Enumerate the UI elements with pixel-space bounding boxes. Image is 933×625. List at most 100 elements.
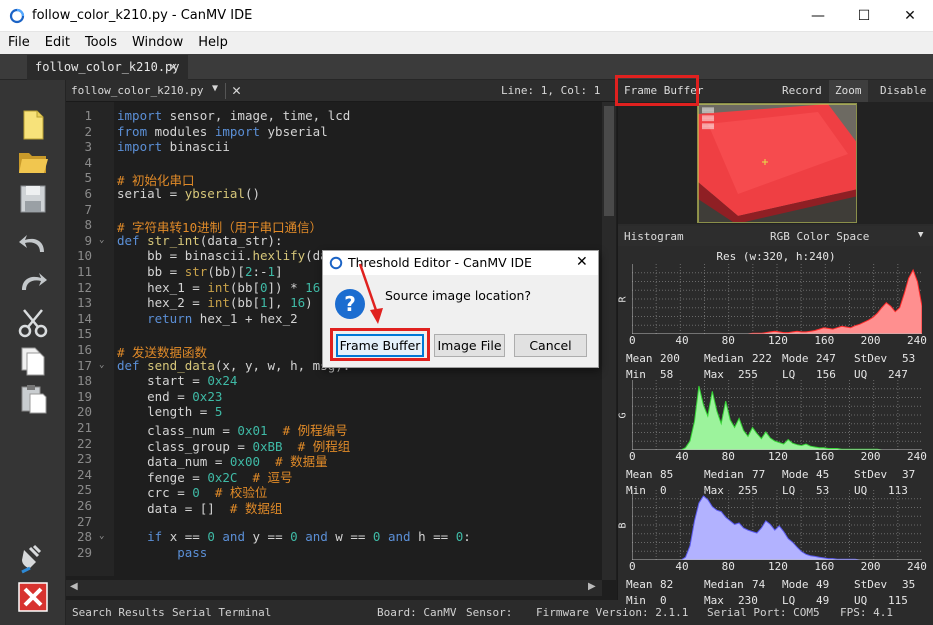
code-line[interactable]: bb = str(bb)[2:-1]: [117, 264, 283, 279]
code-line[interactable]: start = 0x24: [117, 373, 237, 388]
fps-label: FPS: 4.1: [840, 606, 893, 619]
menu-tools[interactable]: Tools: [77, 32, 124, 54]
stat-value: 45: [816, 468, 830, 481]
open-file-icon[interactable]: [16, 144, 50, 178]
search-results-tab[interactable]: Search Results: [72, 606, 165, 619]
stat-value: 49: [816, 578, 830, 591]
code-line[interactable]: serial = ybserial(): [117, 186, 260, 201]
serial-port-label: Serial Port: COM5: [707, 606, 820, 619]
fold-chevron-icon[interactable]: ⌄: [99, 531, 104, 541]
code-line[interactable]: hex_2 = int(bb[1], 16): [117, 295, 313, 310]
fold-chevron-icon[interactable]: ⌄: [99, 235, 104, 245]
code-line[interactable]: import sensor, image, time, lcd: [117, 108, 350, 123]
stat-value: 53: [902, 352, 916, 365]
frame-buffer-button[interactable]: Frame Buffer: [336, 334, 424, 357]
annotation-arrow: [358, 263, 383, 324]
code-line[interactable]: def send_data(x, y, w, h, msg):: [117, 358, 350, 373]
line-number: 8: [84, 217, 92, 233]
code-line[interactable]: length = 5: [117, 404, 222, 419]
camera-frame-image: ▒▒▒▒ ▒▒▒▒ ▒▒▒▒: [697, 103, 857, 223]
axis-tick-label: 120: [768, 560, 788, 573]
stat-label: Median: [704, 352, 744, 365]
minimize-button[interactable]: —: [795, 0, 841, 32]
axis-tick-label: 160: [814, 450, 835, 463]
line-number: 7: [84, 201, 92, 217]
scroll-right-icon[interactable]: ▶: [588, 581, 596, 592]
line-number: 21: [76, 420, 92, 435]
close-button[interactable]: ✕: [887, 0, 933, 32]
frame-buffer-view[interactable]: ▒▒▒▒ ▒▒▒▒ ▒▒▒▒: [618, 102, 933, 224]
menu-help[interactable]: Help: [190, 32, 235, 54]
status-bar: Search Results Serial Terminal Board: Ca…: [66, 600, 933, 625]
left-toolbar: [0, 80, 66, 625]
connect-icon[interactable]: [16, 540, 50, 574]
line-number: 28: [76, 529, 92, 545]
axis-tick-label: 120: [768, 334, 788, 347]
file-tab-bar: follow_color_k210.py ✕: [0, 54, 933, 80]
copy-icon[interactable]: [16, 344, 50, 378]
stat-label: Max: [704, 594, 724, 607]
scrollbar-thumb[interactable]: [604, 106, 614, 216]
menu-window[interactable]: Window: [124, 32, 190, 54]
code-line[interactable]: import binascii: [117, 139, 230, 154]
disable-button[interactable]: Disable: [880, 84, 926, 97]
chevron-down-icon[interactable]: ▼: [212, 83, 218, 94]
close-editor-icon[interactable]: ✕: [232, 81, 241, 99]
code-line[interactable]: from modules import ybserial: [117, 124, 328, 139]
code-line[interactable]: def str_int(data_str):: [117, 233, 283, 248]
cut-icon[interactable]: [16, 306, 50, 340]
line-number: 18: [76, 373, 92, 389]
line-number: 14: [76, 310, 92, 326]
stat-label: Mode: [782, 352, 809, 365]
serial-terminal-tab[interactable]: Serial Terminal: [172, 606, 271, 619]
code-line[interactable]: if x == 0 and y == 0 and w == 0 and h ==…: [117, 529, 471, 544]
new-file-icon[interactable]: [16, 108, 50, 142]
histogram-axis: 0 40 80 120 160 200 240: [618, 450, 933, 464]
axis-tick-label: 80: [721, 560, 735, 573]
paste-icon[interactable]: [16, 382, 50, 416]
stat-label: LQ: [782, 594, 796, 607]
color-space-select[interactable]: RGB Color Space: [770, 230, 869, 243]
maximize-button[interactable]: ☐: [841, 0, 887, 32]
stat-value: 77: [752, 468, 766, 481]
stop-icon[interactable]: [16, 580, 50, 614]
menu-edit[interactable]: Edit: [37, 32, 77, 54]
stat-label: UQ: [854, 594, 868, 607]
redo-icon[interactable]: [16, 266, 50, 300]
scroll-left-icon[interactable]: ◀: [70, 581, 78, 592]
line-number: 15: [76, 326, 92, 342]
zoom-button[interactable]: Zoom: [829, 80, 868, 102]
axis-tick-label: 40: [675, 334, 689, 347]
stat-label: StDev: [854, 468, 888, 481]
stat-value: 82: [660, 578, 674, 591]
line-number: 29: [76, 544, 92, 560]
menu-file[interactable]: File: [0, 32, 37, 54]
channel-label: B: [617, 522, 629, 529]
file-selector[interactable]: follow_color_k210.py: [71, 84, 203, 97]
code-line[interactable]: pass: [117, 545, 207, 560]
chevron-down-icon[interactable]: ▼: [918, 230, 923, 240]
dialog-close-icon[interactable]: ✕: [576, 254, 588, 270]
code-line[interactable]: hex_1 = int(bb[0]) * 16: [117, 280, 320, 295]
record-button[interactable]: Record: [782, 84, 822, 97]
save-icon[interactable]: [16, 182, 50, 216]
stat-value: 49: [816, 594, 830, 607]
line-number: 12: [76, 279, 92, 295]
histogram-plot: [632, 490, 922, 560]
histogram-axis: 0 40 80 120 160 200 240: [618, 560, 933, 574]
file-tab[interactable]: follow_color_k210.py ✕: [27, 55, 188, 80]
code-line[interactable]: return hex_1 + hex_2: [117, 311, 298, 326]
horizontal-scrollbar[interactable]: ◀ ▶: [66, 580, 602, 596]
dialog-button-row: Frame Buffer Image File Cancel: [323, 327, 598, 367]
vertical-scrollbar[interactable]: [602, 102, 616, 580]
cancel-button[interactable]: Cancel: [514, 334, 587, 357]
undo-icon[interactable]: [16, 228, 50, 262]
fold-chevron-icon[interactable]: ⌄: [99, 360, 104, 370]
close-tab-icon[interactable]: ✕: [169, 59, 177, 75]
code-line[interactable]: end = 0x23: [117, 389, 222, 404]
image-file-button[interactable]: Image File: [434, 334, 505, 357]
axis-tick-label: 160: [814, 560, 835, 573]
line-number: 2: [84, 123, 92, 139]
line-number: 11: [76, 264, 92, 279]
code-line[interactable]: data = [] # 数据组: [117, 498, 282, 517]
